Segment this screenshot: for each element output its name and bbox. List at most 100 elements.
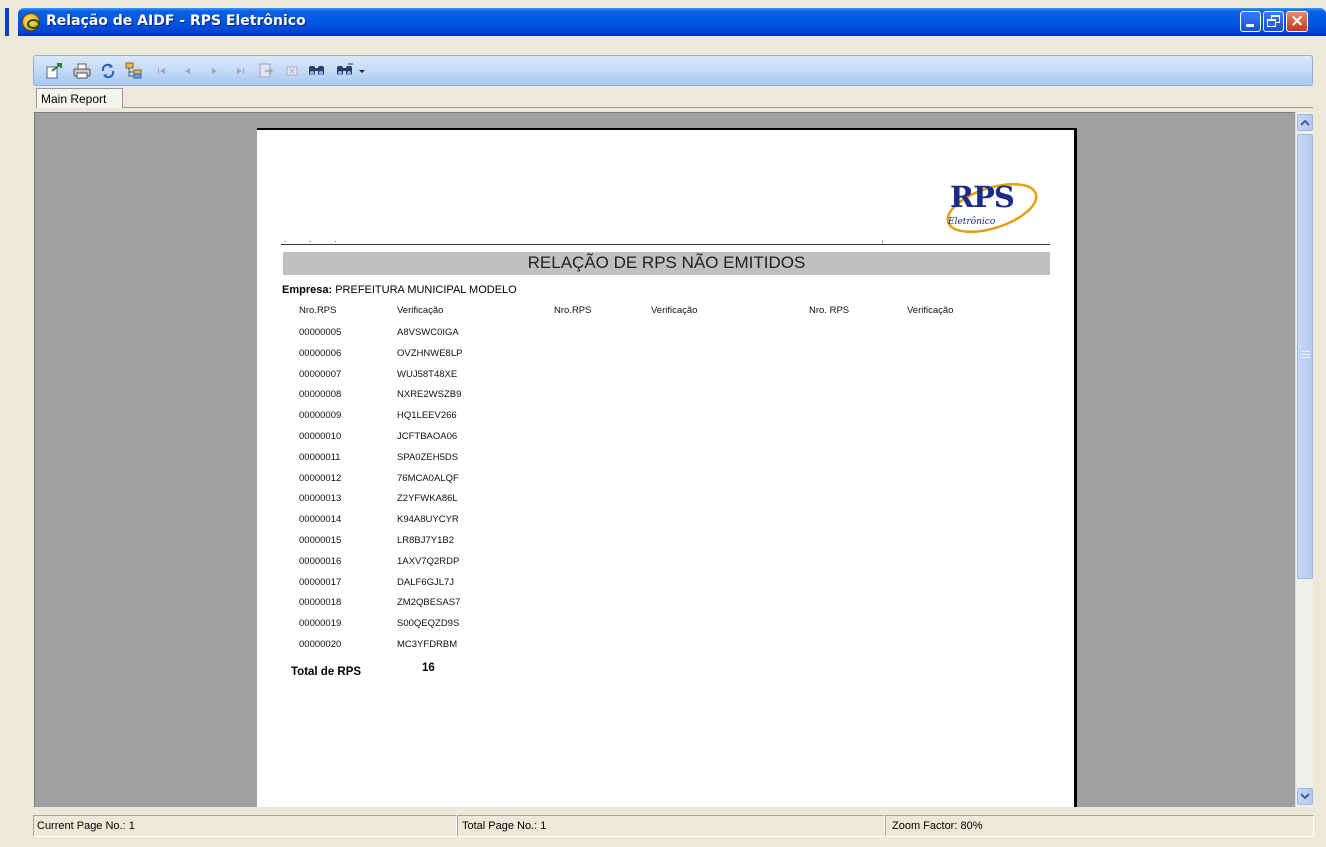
previous-page-icon[interactable] <box>178 61 198 81</box>
verification-code-cell: 76MCA0ALQF <box>397 472 459 484</box>
col-header-nro-rps-1: Nro.RPS <box>299 305 337 316</box>
table-row: 00000017 DALF6GJL7J <box>257 577 557 597</box>
rps-number-cell: 00000014 <box>299 514 342 526</box>
report-title: RELAÇÃO DE RPS NÃO EMITIDOS <box>283 252 1050 275</box>
table-row: 00000018 ZM2QBESAS7 <box>257 597 557 617</box>
col-header-nro-rps-2: Nro.RPS <box>554 305 592 316</box>
empresa-line: Empresa: PREFEITURA MUNICIPAL MODELO <box>282 284 517 296</box>
header-marks: . . . <box>284 234 347 244</box>
group-tree-icon[interactable] <box>124 61 144 81</box>
status-bar: Current Page No.: 1 Total Page No.: 1 Zo… <box>33 815 1314 837</box>
table-row: 00000014 K94A8UYCYR <box>257 514 557 534</box>
status-total-pages: Total Page No.: 1 <box>457 815 885 837</box>
stop-icon[interactable] <box>282 61 302 81</box>
rps-number-cell: 00000011 <box>299 451 341 463</box>
tab-main-report[interactable]: Main Report <box>36 88 123 108</box>
rps-number-cell: 00000007 <box>299 368 342 380</box>
table-row: 00000010 JCFTBAOA06 <box>257 431 557 451</box>
window-title: Relação de AIDF - RPS Eletrônico <box>46 13 306 29</box>
verification-code-cell: S00QEQZD9S <box>397 618 460 630</box>
app-globe-icon <box>22 13 40 31</box>
rps-number-cell: 00000010 <box>299 431 342 442</box>
rps-number-cell: 00000020 <box>299 639 342 650</box>
rps-number-cell: 00000009 <box>299 410 342 422</box>
col-header-nro-rps-3: Nro. RPS <box>809 305 850 316</box>
header-rule <box>281 244 1050 245</box>
scroll-thumb[interactable] <box>1297 134 1313 579</box>
chevron-down-icon <box>1300 793 1310 800</box>
thumb-grip <box>1302 357 1310 358</box>
logo-subtext: Eletrônico <box>948 217 996 227</box>
table-row: 00000009 HQ1LEEV266 <box>257 410 557 430</box>
verification-code-cell: WUJ58T48XE <box>397 368 458 380</box>
logo-text: RPS <box>950 180 1015 214</box>
close-icon: × <box>1290 11 1305 31</box>
col-header-verificacao-3: Verificação <box>907 305 954 316</box>
col-header-verificacao-2: Verificação <box>651 305 698 316</box>
verification-code-cell: ZM2QBESAS7 <box>397 597 461 609</box>
minimize-button[interactable] <box>1240 11 1261 32</box>
last-page-icon[interactable] <box>230 61 250 81</box>
print-icon[interactable] <box>72 61 92 81</box>
rps-number-cell: 00000008 <box>299 389 342 401</box>
rps-number-cell: 00000015 <box>299 535 342 546</box>
empresa-label: Empresa: <box>282 284 333 296</box>
tab-strip-line <box>123 107 1313 108</box>
rps-number-cell: 00000018 <box>299 597 342 609</box>
verification-code-cell: HQ1LEEV266 <box>397 410 457 422</box>
table-row: 00000007 WUJ58T48XE <box>257 369 557 389</box>
total-value: 16 <box>422 662 435 674</box>
header-rule-tick <box>882 240 883 244</box>
empresa-value: PREFEITURA MUNICIPAL MODELO <box>335 284 517 296</box>
restore-button[interactable] <box>1263 11 1284 32</box>
verification-code-cell: DALF6GJL7J <box>397 576 455 588</box>
rps-number-cell: 00000012 <box>299 472 342 484</box>
table-row: 00000011 SPA0ZEH5DS <box>257 452 557 472</box>
table-row: 00000013 Z2YFWKA86L <box>257 493 557 513</box>
verification-code-cell: A8VSWC0IGA <box>397 327 459 338</box>
next-page-icon[interactable] <box>204 61 224 81</box>
verification-code-cell: OVZHNWE8LP <box>397 347 463 359</box>
go-to-page-icon[interactable] <box>256 61 276 81</box>
window-edge-marker <box>5 8 9 36</box>
report-toolbar <box>33 55 1313 86</box>
col-header-verificacao-1: Verificação <box>397 305 444 316</box>
restore-icon-front <box>1267 19 1276 27</box>
table-row: 00000012 76MCA0ALQF <box>257 473 557 493</box>
search-text-icon[interactable] <box>307 61 327 81</box>
report-page: RPS Eletrônico . . . RELAÇÃO DE RPS NÃO … <box>257 128 1077 807</box>
verification-code-cell: JCFTBAOA06 <box>397 431 458 442</box>
rps-number-cell: 00000013 <box>299 493 342 505</box>
rps-number-cell: 00000017 <box>299 576 342 588</box>
thumb-grip <box>1302 351 1310 352</box>
rps-number-cell: 00000005 <box>299 327 342 338</box>
vertical-scrollbar[interactable] <box>1295 112 1313 807</box>
title-bar[interactable]: Relação de AIDF - RPS Eletrônico × <box>18 8 1326 36</box>
export-icon[interactable] <box>44 61 64 81</box>
verification-code-cell: NXRE2WSZB9 <box>397 389 462 401</box>
table-row: 00000020 MC3YFDRBM <box>257 639 557 659</box>
refresh-icon[interactable] <box>98 61 118 81</box>
report-preview-area[interactable]: RPS Eletrônico . . . RELAÇÃO DE RPS NÃO … <box>34 112 1295 807</box>
table-row: 00000006 OVZHNWE8LP <box>257 348 557 368</box>
report-viewer-window: Relação de AIDF - RPS Eletrônico × Main … <box>0 0 1326 847</box>
verification-code-cell: Z2YFWKA86L <box>397 493 458 505</box>
scroll-up-button[interactable] <box>1297 114 1313 131</box>
verification-code-cell: 1AXV7Q2RDP <box>397 555 460 567</box>
status-zoom-factor: Zoom Factor: 80% <box>885 815 1314 837</box>
thumb-grip <box>1302 354 1310 355</box>
first-page-icon[interactable] <box>152 61 172 81</box>
total-label: Total de RPS <box>291 666 362 678</box>
minimize-icon <box>1246 24 1254 27</box>
table-row: 00000008 NXRE2WSZB9 <box>257 389 557 409</box>
verification-code-cell: LR8BJ7Y1B2 <box>397 535 455 546</box>
rps-logo: RPS Eletrônico <box>942 170 1052 238</box>
scroll-down-button[interactable] <box>1297 788 1313 805</box>
verification-code-cell: K94A8UYCYR <box>397 514 459 526</box>
zoom-icon[interactable] <box>335 61 369 81</box>
close-button[interactable]: × <box>1286 11 1308 32</box>
table-row: 00000015 LR8BJ7Y1B2 <box>257 535 557 555</box>
status-current-page: Current Page No.: 1 <box>33 815 457 837</box>
rps-number-cell: 00000019 <box>299 618 342 630</box>
rps-number-cell: 00000016 <box>299 555 342 567</box>
